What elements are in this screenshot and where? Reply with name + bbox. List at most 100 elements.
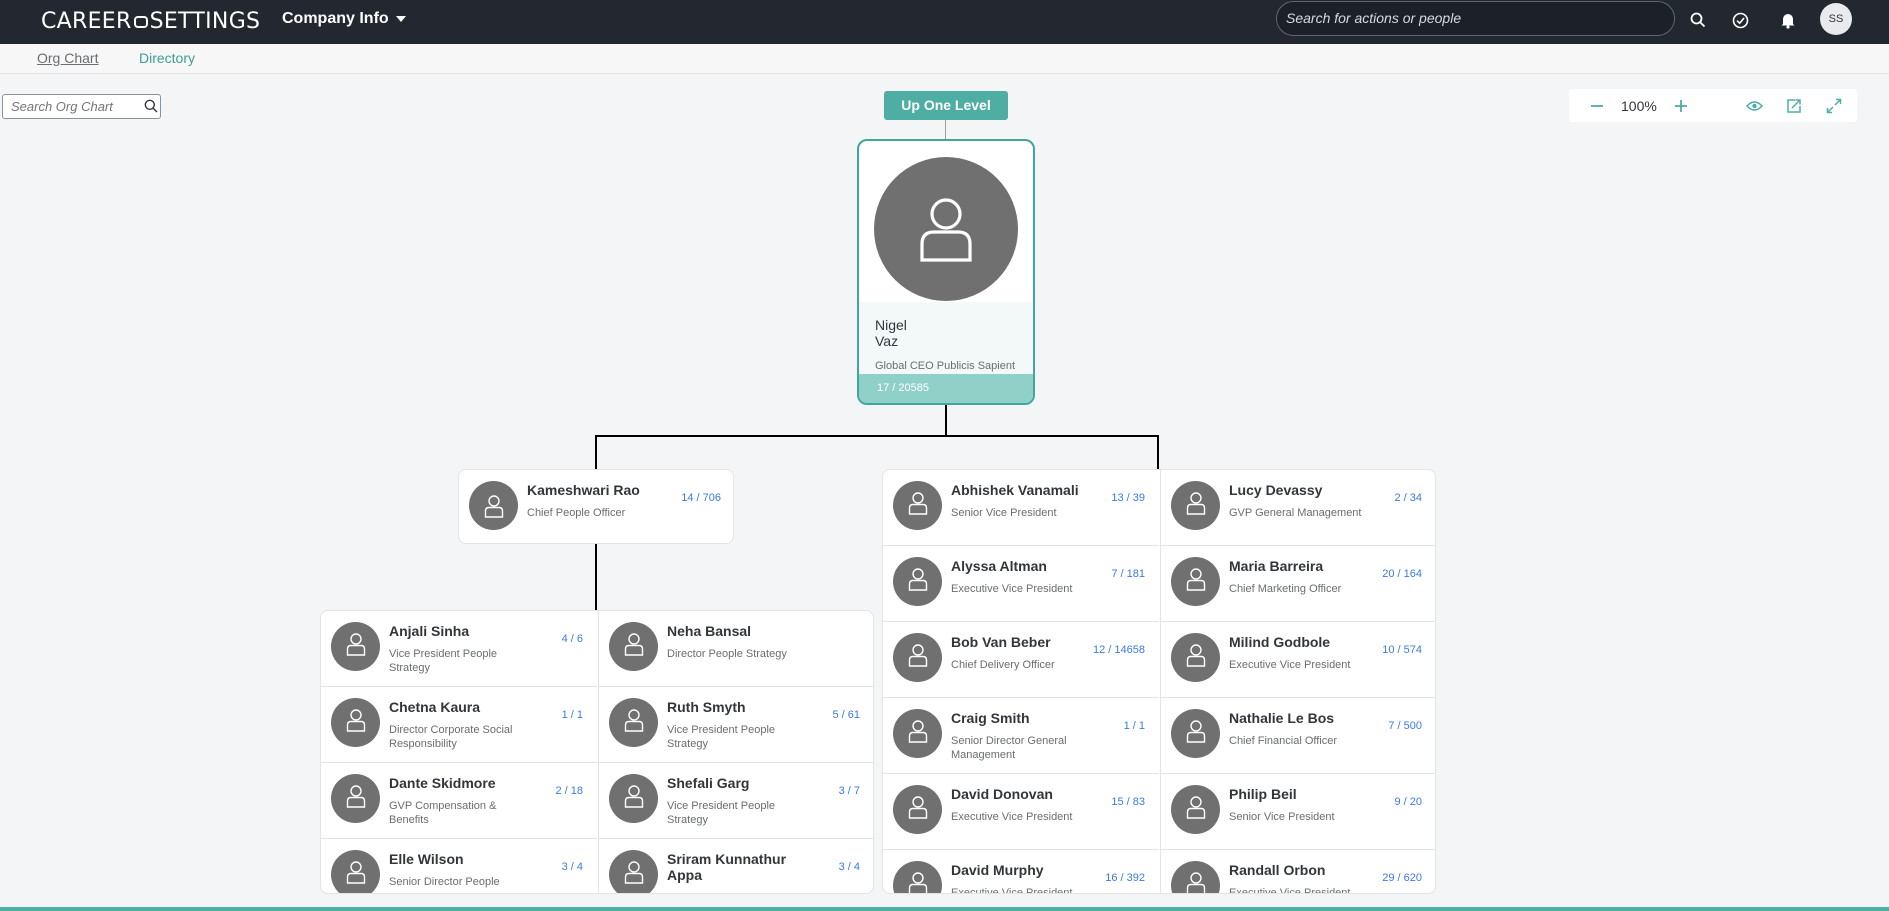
connector-left-manager-down	[595, 544, 597, 610]
avatar	[893, 481, 942, 530]
person-card[interactable]: Ruth Smyth Vice President People Strategy…	[598, 687, 873, 763]
person-name: David Murphy	[951, 862, 1044, 878]
report-count[interactable]: 2 / 34	[1394, 492, 1422, 504]
zoom-out-icon[interactable]	[1586, 95, 1608, 117]
avatar	[331, 698, 380, 747]
company-info-menu[interactable]: Company Info	[282, 10, 406, 28]
person-title: GVP Compensation & Benefits	[389, 800, 497, 826]
person-icon	[346, 784, 366, 813]
person-name: Chetna Kaura	[389, 699, 481, 715]
person-card[interactable]: Maria Barreira Chief Marketing Officer 20 …	[1160, 546, 1435, 622]
person-title: Chief Delivery Officer	[951, 659, 1055, 671]
report-count[interactable]: 1 / 1	[1124, 720, 1145, 732]
person-icon	[346, 708, 366, 737]
avatar	[1171, 481, 1220, 530]
person-title: Chief Financial Officer	[1229, 735, 1338, 747]
avatar	[1171, 633, 1220, 682]
company-info-label: Company Info	[282, 10, 389, 27]
person-name: Shefali Garg	[667, 775, 750, 791]
person-icon	[908, 871, 928, 893]
person-card[interactable]: Dante Skidmore GVP Compensation & Benefit…	[321, 763, 597, 839]
person-card[interactable]: Chetna Kaura Director Corporate Social Re…	[321, 687, 597, 763]
report-count[interactable]: 5 / 61	[832, 709, 860, 721]
report-count[interactable]: 1 / 1	[562, 709, 583, 721]
zoom-in-icon[interactable]	[1670, 95, 1692, 117]
person-card[interactable]: Kameshwari Rao Chief People Officer 14 /…	[459, 470, 735, 546]
report-count[interactable]: 29 / 620	[1382, 872, 1422, 884]
report-count[interactable]: 3 / 4	[562, 861, 583, 873]
brand-logo[interactable]: CAREER SETTINGS	[41, 9, 260, 34]
person-icon	[908, 567, 928, 596]
person-card[interactable]: Neha Bansal Director People Strategy	[598, 611, 873, 687]
org-chart-search-input[interactable]	[3, 95, 133, 118]
report-count[interactable]: 3 / 7	[839, 785, 860, 797]
search-icon[interactable]	[1685, 7, 1711, 33]
report-count[interactable]: 7 / 181	[1111, 568, 1145, 580]
zoom-toolbar: 100%	[1569, 89, 1857, 122]
person-icon	[1186, 795, 1206, 824]
tab-directory[interactable]: Directory	[139, 50, 195, 66]
report-count[interactable]: 3 / 4	[839, 861, 860, 873]
person-name: Kameshwari Rao	[527, 482, 640, 498]
report-count[interactable]: 9 / 20	[1394, 796, 1422, 808]
report-count[interactable]: 14 / 706	[681, 492, 721, 504]
person-card[interactable]: Sriram Kunnathur Appa 3 / 4	[598, 839, 873, 893]
person-card[interactable]: Lucy Devassy GVP General Management 2 / 34	[1160, 470, 1435, 546]
person-icon	[624, 708, 644, 737]
root-title: Global CEO Publicis Sapient	[875, 360, 1016, 372]
person-card[interactable]: Elle Wilson Senior Director People 3 / 4	[321, 839, 597, 893]
root-last-name: Vaz	[875, 333, 899, 349]
shell-search-placeholder: Search for actions or people	[1286, 10, 1462, 26]
up-one-level-button[interactable]: Up One Level	[884, 91, 1008, 120]
person-card[interactable]: Philip Beil Senior Vice President 9 / 20	[1160, 774, 1435, 850]
report-count[interactable]: 12 / 14658	[1093, 644, 1145, 656]
person-card[interactable]: Alyssa Altman Executive Vice President 7 /…	[883, 546, 1159, 622]
report-count[interactable]: 7 / 500	[1388, 720, 1422, 732]
avatar	[331, 850, 380, 893]
bell-icon[interactable]	[1775, 7, 1801, 33]
root-report-count[interactable]: 17 / 20585	[859, 374, 1033, 403]
root-person-card[interactable]: Nigel Vaz Global CEO Publicis Sapient 17…	[857, 139, 1035, 405]
report-count[interactable]: 15 / 83	[1111, 796, 1145, 808]
eye-icon[interactable]	[1743, 95, 1765, 117]
export-icon[interactable]	[1783, 95, 1805, 117]
person-card[interactable]: Milind Godbole Executive Vice President 10…	[1160, 622, 1435, 698]
user-avatar[interactable]: SS	[1820, 3, 1852, 35]
person-name: Randall Orbon	[1229, 862, 1326, 878]
brand-right: SETTINGS	[149, 9, 261, 34]
tab-org-chart[interactable]: Org Chart	[37, 50, 98, 66]
person-card[interactable]: Anjali Sinha Vice President People Strate…	[321, 611, 597, 687]
report-count[interactable]: 10 / 574	[1382, 644, 1422, 656]
task-check-icon[interactable]	[1727, 7, 1753, 33]
person-name: Neha Bansal	[667, 623, 752, 639]
report-count[interactable]: 20 / 164	[1382, 568, 1422, 580]
person-name: Alyssa Altman	[951, 558, 1047, 574]
person-card[interactable]: Nathalie Le Bos Chief Financial Officer 7 …	[1160, 698, 1435, 774]
tab-bar: Org Chart Directory	[0, 44, 1889, 74]
report-count[interactable]: 16 / 392	[1105, 872, 1145, 884]
person-card[interactable]: Shefali Garg Vice President People Strate…	[598, 763, 873, 839]
avatar	[874, 157, 1018, 301]
search-icon[interactable]	[144, 99, 158, 118]
person-icon	[920, 198, 972, 262]
person-icon	[908, 643, 928, 672]
report-count[interactable]: 2 / 18	[555, 785, 583, 797]
report-count[interactable]: 13 / 39	[1111, 492, 1145, 504]
person-name: Philip Beil	[1229, 786, 1297, 802]
person-card[interactable]: Craig Smith Senior Director General Manag…	[883, 698, 1159, 774]
person-icon	[908, 795, 928, 824]
avatar	[331, 622, 380, 671]
fullscreen-icon[interactable]	[1823, 95, 1845, 117]
connector-right-down	[1157, 435, 1159, 469]
person-card[interactable]: Randall Orbon Executive Vice President 29 …	[1160, 850, 1435, 893]
shell-search-input[interactable]: Search for actions or people	[1276, 1, 1675, 36]
report-count[interactable]: 4 / 6	[562, 633, 583, 645]
person-card[interactable]: Abhishek Vanamali Senior Vice President 13…	[883, 470, 1159, 546]
left-manager-card[interactable]: Kameshwari Rao Chief People Officer 14 /…	[458, 469, 734, 544]
person-card[interactable]: David Donovan Executive Vice President 15 …	[883, 774, 1159, 850]
person-name: Craig Smith	[951, 710, 1030, 726]
person-name: Nathalie Le Bos	[1229, 710, 1335, 726]
person-title: Executive Vice President	[951, 887, 1073, 894]
person-card[interactable]: David Murphy Executive Vice President 16 /…	[883, 850, 1159, 894]
person-card[interactable]: Bob Van Beber Chief Delivery Officer 12 / …	[883, 622, 1159, 698]
